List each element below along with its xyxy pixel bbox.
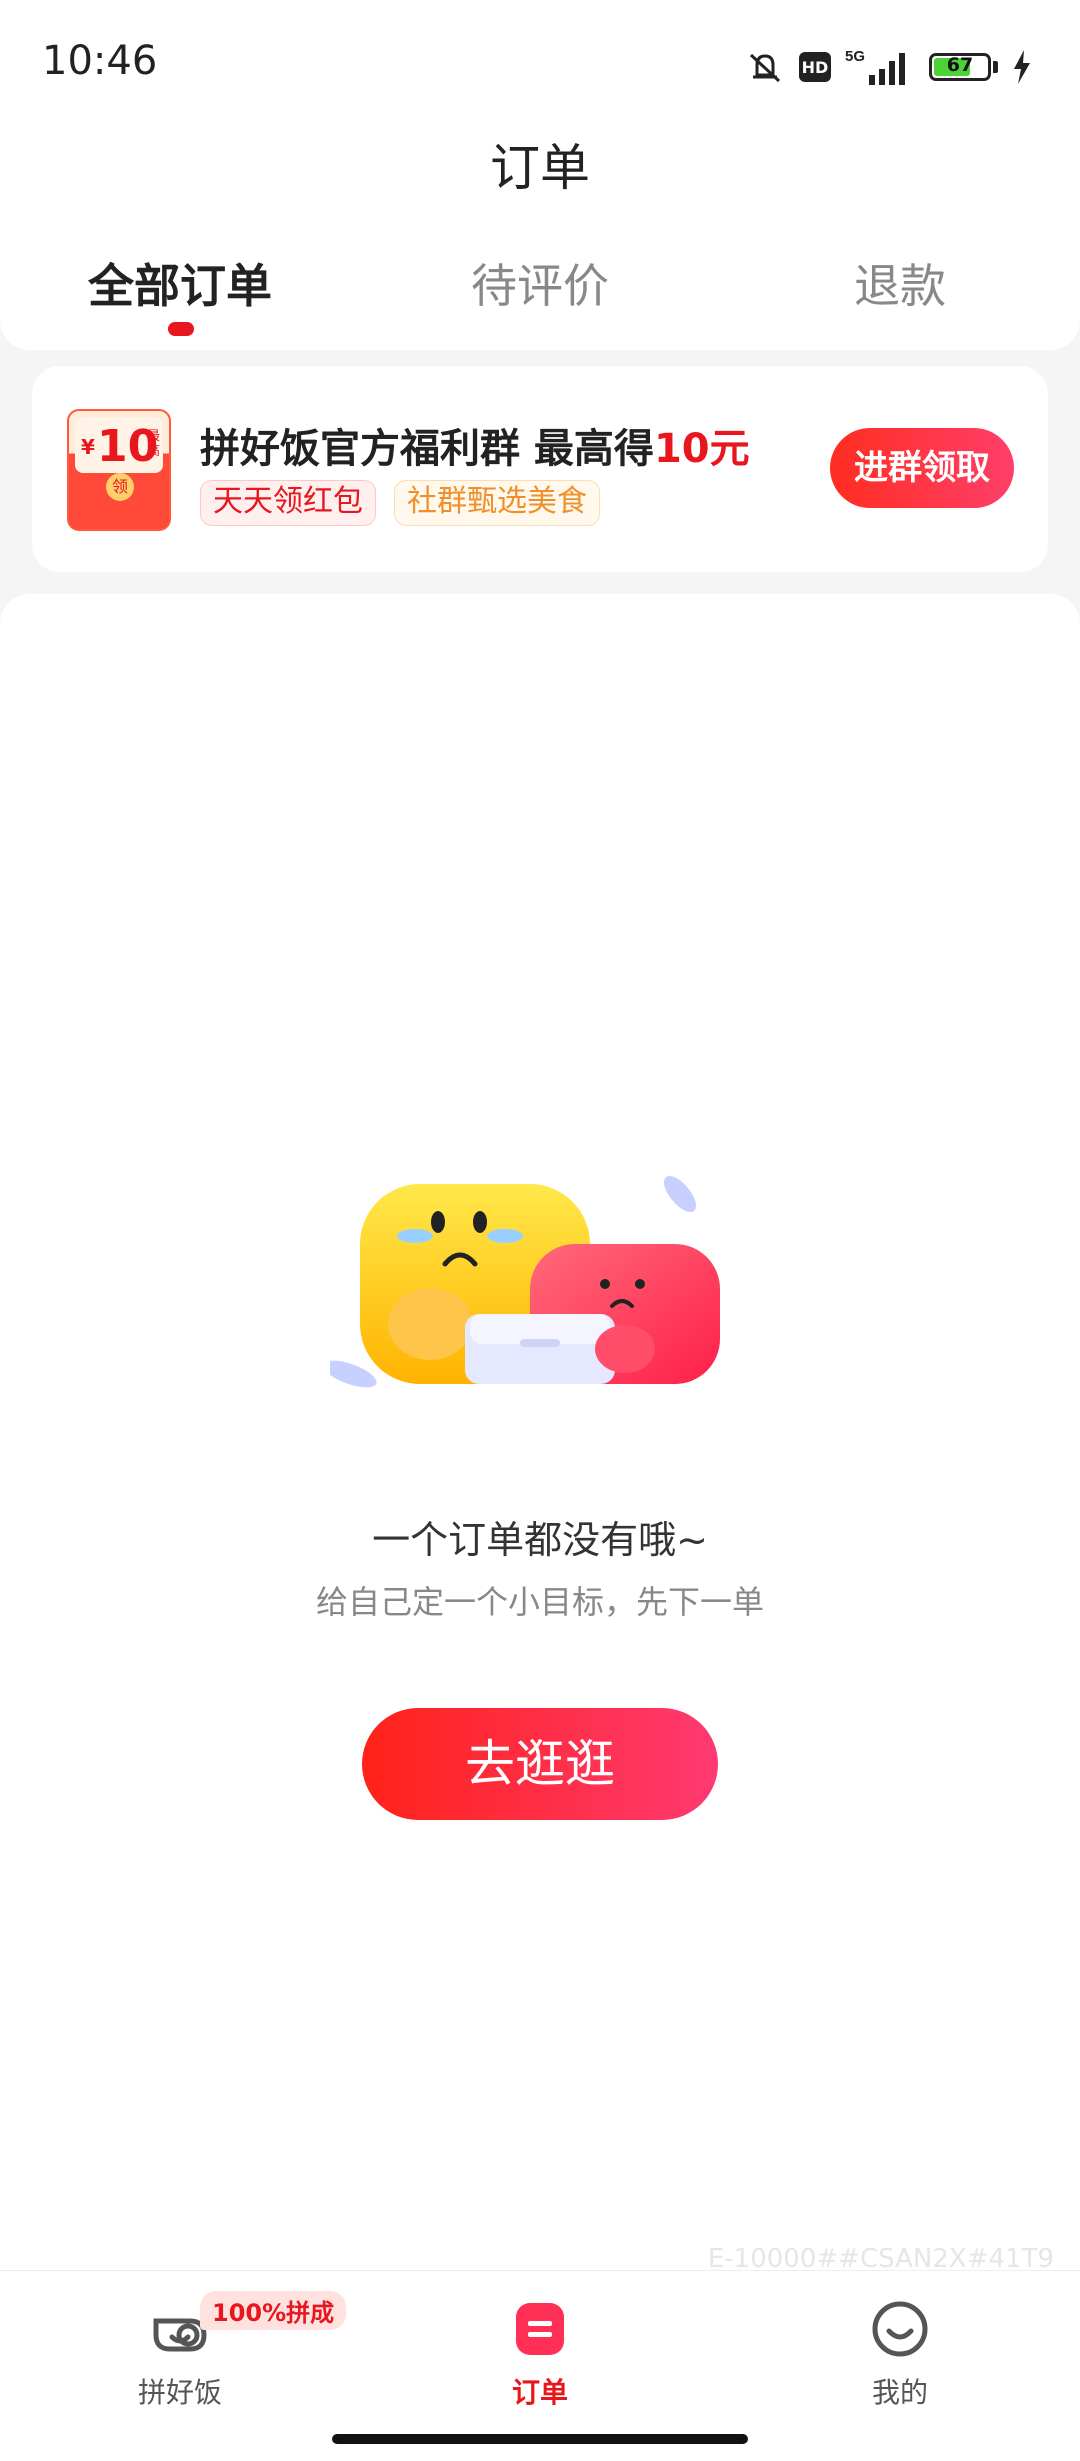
banner-title-prefix: 拼好饭官方福利群 最高得 — [200, 426, 654, 472]
svg-text:5G: 5G — [845, 48, 865, 65]
coupon-claim-badge: 领 — [106, 473, 134, 501]
battery-level: 67 — [946, 54, 974, 76]
success-rate-badge: 100%拼成 — [200, 2291, 347, 2330]
smile-icon — [870, 2299, 930, 2359]
go-browse-button[interactable]: 去逛逛 — [362, 1708, 718, 1820]
home-indicator[interactable] — [332, 2434, 748, 2444]
tab-indicator — [168, 322, 194, 336]
nav-label-mine: 我的 — [871, 2376, 928, 2409]
empty-state-title: 一个订单都没有哦~ — [372, 1518, 708, 1562]
order-icon — [510, 2299, 570, 2359]
status-icons: HD 5G 67 — [745, 44, 1032, 90]
tab-refund[interactable]: 退款 — [720, 250, 1080, 316]
tab-pending-review[interactable]: 待评价 — [360, 250, 720, 316]
header-panel: 10:46 HD 5G 67 订单 全部订单 待评价 退款 — [0, 0, 1080, 350]
signal-icon: 5G — [845, 48, 905, 85]
status-time: 10:46 — [42, 38, 158, 84]
banner-title: 拼好饭官方福利群 最高得10元 — [200, 416, 750, 474]
battery-cap — [993, 61, 998, 73]
charging-icon — [1014, 50, 1030, 84]
banner-title-highlight: 10元 — [653, 426, 750, 472]
tab-all-orders[interactable]: 全部订单 — [0, 250, 360, 316]
nav-label-pinhaofan: 拼好饭 — [137, 2376, 222, 2409]
hd-icon: HD — [799, 52, 831, 82]
tag-community-food: 社群甄选美食 — [394, 480, 600, 526]
welfare-group-banner[interactable]: ¥ 10 最高 领 拼好饭官方福利群 最高得10元 天天领红包 社群甄选美食 进… — [32, 366, 1048, 572]
nav-item-orders[interactable]: 订单 — [440, 2299, 640, 2411]
coupon-currency: ¥ — [81, 435, 95, 459]
nav-item-mine[interactable]: 我的 — [800, 2299, 1000, 2411]
bottom-nav: 拼好饭 100%拼成 订单 我的 — [0, 2270, 1080, 2461]
nav-label-orders: 订单 — [511, 2376, 568, 2409]
join-group-button[interactable]: 进群领取 — [830, 428, 1014, 508]
empty-state-subtitle: 给自己定一个小目标，先下一单 — [315, 1583, 764, 1621]
order-tabs: 全部订单 待评价 退款 — [0, 250, 1080, 330]
empty-orders-illustration — [330, 1175, 720, 1388]
tag-daily-red-packet: 天天领红包 — [200, 480, 376, 526]
battery-icon: 67 — [929, 53, 991, 81]
mute-bell-icon — [749, 53, 781, 83]
page-title: 订单 — [490, 139, 590, 197]
status-bar: 10:46 HD 5G 67 — [0, 0, 1080, 130]
order-list-area: 一个订单都没有哦~ 给自己定一个小目标，先下一单 去逛逛 — [0, 594, 1080, 2274]
red-packet-icon: ¥ 10 最高 领 — [67, 409, 171, 531]
coupon-max-label: 最高 — [147, 429, 161, 459]
